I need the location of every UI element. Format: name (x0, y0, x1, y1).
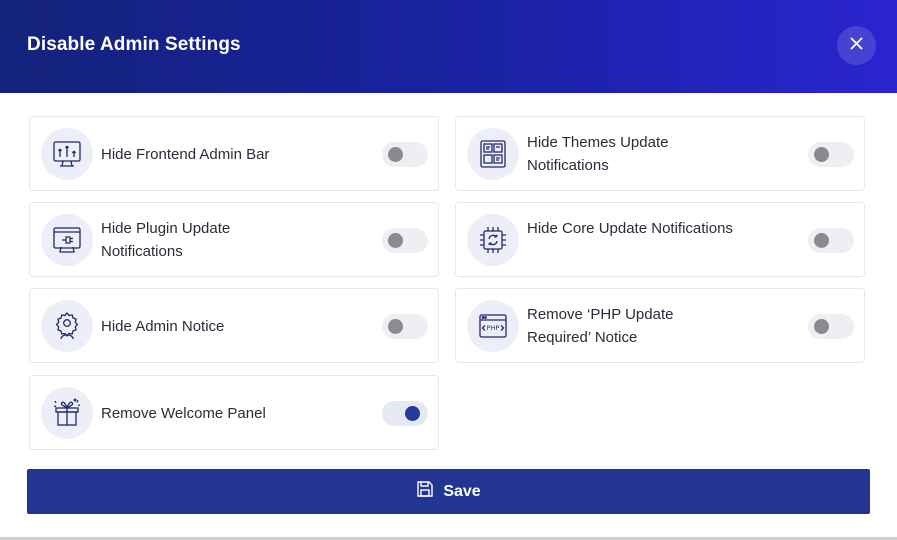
welcome-gift-icon (41, 387, 93, 439)
setting-label: Hide Plugin Update Notifications (101, 220, 231, 260)
disable-admin-settings-dialog: Disable Admin Settings Hide Frontend Adm… (0, 0, 897, 540)
admin-bar-chart-icon (41, 128, 93, 180)
hide-core-update-toggle[interactable] (808, 228, 854, 253)
setting-card-hide-admin-notice: Hide Admin Notice (29, 288, 439, 363)
admin-user-gear-icon (41, 300, 93, 352)
close-icon (850, 37, 863, 55)
setting-card-hide-frontend-admin-bar: Hide Frontend Admin Bar (29, 116, 439, 191)
setting-label: Hide Core Update Notifications (527, 220, 733, 237)
save-button-label: Save (443, 482, 481, 500)
php-window-icon: PHP (467, 300, 519, 352)
setting-label: Hide Admin Notice (101, 318, 225, 335)
core-update-chip-icon (467, 214, 519, 266)
setting-label: Remove Welcome Panel (101, 405, 266, 422)
setting-card-hide-core-update: Hide Core Update Notifications (455, 202, 865, 277)
svg-text:PHP: PHP (487, 324, 500, 332)
setting-card-hide-themes-update: Hide Themes Update Notifications (455, 116, 865, 191)
setting-label: Hide Themes Update Notifications (527, 134, 669, 174)
setting-label: Remove ‘PHP Update Required’ Notice (527, 306, 674, 346)
setting-card-remove-php-update-notice: PHP Remove ‘PHP Update Required’ Notice (455, 288, 865, 363)
themes-grid-icon (467, 128, 519, 180)
hide-themes-update-toggle[interactable] (808, 142, 854, 167)
plugin-update-icon (41, 214, 93, 266)
dialog-title: Disable Admin Settings (27, 34, 241, 55)
floppy-disk-icon (416, 480, 434, 503)
hide-admin-notice-toggle[interactable] (382, 314, 428, 339)
hide-frontend-admin-bar-toggle[interactable] (382, 142, 428, 167)
remove-welcome-panel-toggle[interactable] (382, 401, 428, 426)
hide-plugin-update-toggle[interactable] (382, 228, 428, 253)
remove-php-update-notice-toggle[interactable] (808, 314, 854, 339)
save-button[interactable]: Save (27, 469, 870, 514)
setting-card-remove-welcome-panel: Remove Welcome Panel (29, 375, 439, 450)
dialog-header: Disable Admin Settings (0, 0, 897, 93)
setting-label: Hide Frontend Admin Bar (101, 146, 270, 163)
close-button[interactable] (837, 26, 876, 65)
setting-card-hide-plugin-update: Hide Plugin Update Notifications (29, 202, 439, 277)
